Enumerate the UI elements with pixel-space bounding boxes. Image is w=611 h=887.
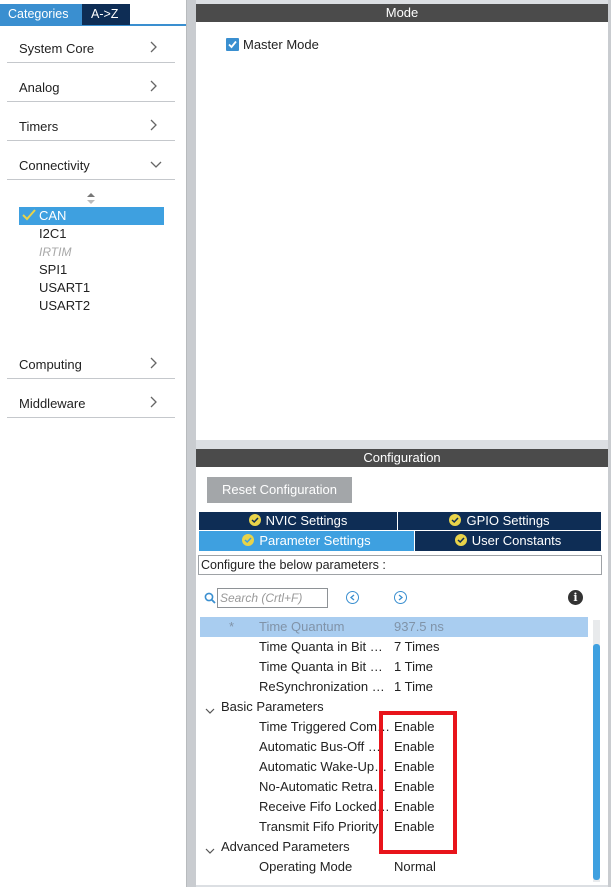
peripheral-usart2[interactable]: USART2 xyxy=(19,297,164,315)
info-icon[interactable]: i xyxy=(568,590,583,605)
master-mode-label: Master Mode xyxy=(243,37,319,52)
peripheral-i2c1[interactable]: I2C1 xyxy=(19,225,164,243)
param-name: Operating Mode xyxy=(259,859,353,874)
search-icon xyxy=(204,592,216,604)
param-name: Automatic Wake-Up Mode xyxy=(259,759,390,774)
param-row-time-quantum[interactable]: * Time Quantum 937.5 ns xyxy=(200,617,588,637)
config-hint: Configure the below parameters : xyxy=(198,555,602,575)
categories-panel: Categories A->Z System Core Analog Timer… xyxy=(0,0,186,887)
reset-configuration-button[interactable]: Reset Configuration xyxy=(207,477,352,503)
search-input[interactable] xyxy=(217,588,328,608)
param-name: Time Quanta in Bit Segment 2 xyxy=(259,659,390,674)
category-label: Computing xyxy=(19,357,82,372)
param-row-tq-bit-seg2[interactable]: Time Quanta in Bit Segment 2 1 Time xyxy=(200,657,588,677)
peripheral-spi1[interactable]: SPI1 xyxy=(19,261,164,279)
category-middleware[interactable]: Middleware xyxy=(7,392,175,418)
mode-panel: Mode Master Mode xyxy=(196,4,608,440)
check-circle-icon xyxy=(454,532,467,546)
param-value[interactable]: 1 Time xyxy=(394,657,433,677)
chevron-down-icon xyxy=(149,156,163,172)
param-name: Time Quanta in Bit Segment 1 xyxy=(259,639,390,654)
chevron-right-icon xyxy=(149,394,163,410)
peripheral-label: SPI1 xyxy=(39,262,68,277)
tab-nvic-settings[interactable]: NVIC Settings xyxy=(199,512,397,530)
param-name: Automatic Bus-Off Management xyxy=(259,739,390,754)
chevron-right-icon xyxy=(149,39,163,55)
category-system-core[interactable]: System Core xyxy=(7,37,175,63)
tab-label: User Constants xyxy=(471,533,562,548)
peripheral-label: I2C1 xyxy=(39,226,67,241)
tab-categories[interactable]: Categories xyxy=(0,4,82,25)
mode-header: Mode xyxy=(196,4,608,22)
check-circle-icon xyxy=(248,513,261,526)
chevron-right-icon xyxy=(149,117,163,133)
master-mode-checkbox[interactable] xyxy=(226,38,239,51)
peripheral-label: CAN xyxy=(39,208,67,223)
param-name: Receive Fifo Locked Mode xyxy=(259,799,390,814)
param-row-tq-bit-seg1[interactable]: Time Quanta in Bit Segment 1 7 Times xyxy=(200,637,588,657)
peripheral-label: USART2 xyxy=(39,298,91,313)
peripheral-label: IRTIM xyxy=(39,245,72,259)
param-value[interactable]: 7 Times xyxy=(394,637,440,657)
parameter-scrollbar[interactable] xyxy=(593,620,600,882)
category-label: Connectivity xyxy=(19,158,90,173)
tab-label: Parameter Settings xyxy=(259,533,371,548)
group-name: Basic Parameters xyxy=(221,699,324,714)
tab-user-constants[interactable]: User Constants xyxy=(415,531,601,551)
param-name: No-Automatic Retransmission xyxy=(259,779,390,794)
chevron-right-icon xyxy=(149,355,163,371)
sort-icon[interactable] xyxy=(86,192,96,206)
panel-splitter[interactable] xyxy=(186,0,196,887)
param-name: Time Quantum xyxy=(259,619,345,634)
search-previous-button[interactable] xyxy=(346,591,359,604)
category-computing[interactable]: Computing xyxy=(7,353,175,379)
param-value[interactable]: Normal xyxy=(394,857,436,877)
tab-label: GPIO Settings xyxy=(466,513,550,528)
chevron-down-icon[interactable] xyxy=(205,842,215,854)
peripheral-label: USART1 xyxy=(39,280,91,295)
search-next-button[interactable] xyxy=(394,591,407,604)
checkmark-icon xyxy=(22,208,36,222)
tab-parameter-settings[interactable]: Parameter Settings xyxy=(199,531,414,551)
peripheral-usart1[interactable]: USART1 xyxy=(19,279,164,297)
required-marker: * xyxy=(229,619,235,634)
scrollbar-thumb[interactable] xyxy=(593,644,600,880)
category-analog[interactable]: Analog xyxy=(7,76,175,102)
left-tab-bar: Categories A->Z xyxy=(0,4,186,26)
tab-gpio-settings[interactable]: GPIO Settings xyxy=(398,512,601,530)
tab-label: NVIC Settings xyxy=(265,513,348,528)
tab-a-to-z[interactable]: A->Z xyxy=(82,4,130,25)
highlight-annotation xyxy=(379,711,457,854)
param-row-resync-jump-width[interactable]: ReSynchronization Jump Width 1 Time xyxy=(200,677,588,697)
category-connectivity[interactable]: Connectivity xyxy=(7,154,175,180)
chevron-down-icon[interactable] xyxy=(205,702,215,714)
param-value: 937.5 ns xyxy=(394,619,444,634)
category-label: Timers xyxy=(19,119,59,134)
param-row-operating-mode[interactable]: Operating Mode Normal xyxy=(200,857,588,877)
check-circle-icon xyxy=(449,513,462,526)
chevron-right-icon xyxy=(149,78,163,94)
peripheral-can[interactable]: CAN xyxy=(19,207,164,225)
category-label: Analog xyxy=(19,80,60,95)
peripheral-list: CAN I2C1 IRTIM SPI1 USART1 USART2 xyxy=(19,207,164,315)
category-label: System Core xyxy=(19,41,95,56)
peripheral-irtim[interactable]: IRTIM xyxy=(19,243,164,261)
param-name: Time Triggered Communication Mode xyxy=(259,719,390,734)
param-name: Transmit Fifo Priority xyxy=(259,819,379,834)
check-circle-icon xyxy=(242,532,255,546)
group-name: Advanced Parameters xyxy=(221,839,350,854)
param-value[interactable]: 1 Time xyxy=(394,677,433,697)
configuration-header: Configuration xyxy=(196,449,608,467)
category-label: Middleware xyxy=(19,396,86,411)
category-timers[interactable]: Timers xyxy=(7,115,175,141)
param-name: ReSynchronization Jump Width xyxy=(259,679,390,694)
